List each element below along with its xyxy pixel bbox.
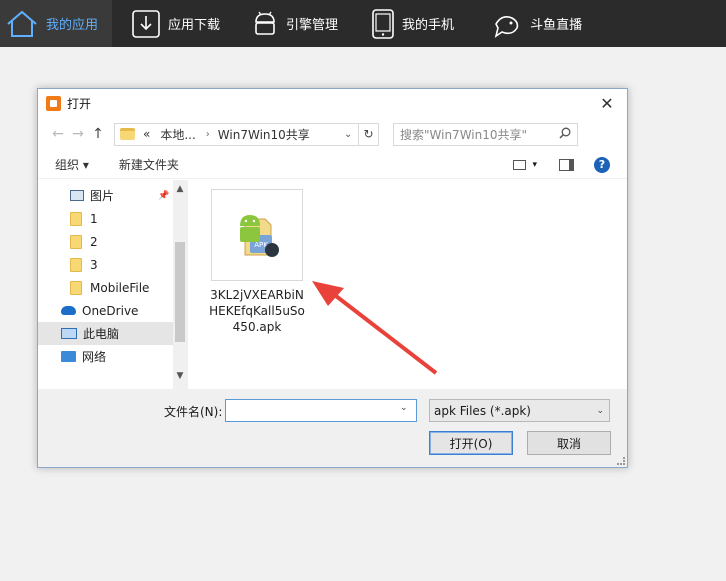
file-list-pane: APK 3KL2jVXEARbiNHEKEfqKall5uSo450.apk bbox=[188, 180, 627, 389]
nav-pane-onedrive[interactable]: OneDrive bbox=[38, 299, 187, 322]
search-input[interactable]: 搜索"Win7Win10共享" bbox=[393, 122, 578, 146]
this-pc-icon bbox=[61, 328, 77, 339]
breadcrumb-separator[interactable]: › bbox=[206, 129, 210, 140]
refresh-icon[interactable]: ↻ bbox=[358, 123, 378, 145]
nav-pane-label: OneDrive bbox=[82, 303, 139, 318]
nav-pane-label: 2 bbox=[90, 234, 98, 249]
nav-pane-folder-1[interactable]: 1 bbox=[38, 207, 187, 230]
organize-button[interactable]: 组织 ▾ bbox=[55, 156, 89, 173]
nav-label: 引擎管理 bbox=[286, 18, 339, 33]
filename-input[interactable] bbox=[225, 399, 417, 422]
navigation-pane: 图片 📌 1 2 3 MobileFile OneDrive 此电脑 网络 ▲ … bbox=[38, 180, 188, 389]
dialog-titlebar: 打开 ✕ bbox=[38, 89, 627, 117]
scroll-up-icon[interactable]: ▲ bbox=[173, 184, 187, 198]
breadcrumb-current[interactable]: Win7Win10共享 bbox=[218, 126, 310, 143]
folder-icon bbox=[70, 234, 82, 249]
nav-label: 我的手机 bbox=[402, 18, 455, 33]
scrollbar-thumb[interactable] bbox=[175, 242, 185, 342]
filename-label: 文件名(N): bbox=[164, 405, 223, 419]
dialog-footer: 文件名(N): ⌄ apk Files (*.apk) ⌄ 打开(O) 取消 bbox=[38, 389, 627, 467]
folder-icon bbox=[70, 211, 82, 226]
back-icon[interactable]: ← bbox=[48, 126, 68, 142]
cancel-button[interactable]: 取消 bbox=[527, 431, 611, 455]
nav-pane-network[interactable]: 网络 bbox=[38, 345, 187, 368]
nav-pane-label: 3 bbox=[90, 257, 98, 272]
view-dropdown-icon[interactable]: ▾ bbox=[532, 160, 537, 170]
new-folder-button[interactable]: 新建文件夹 bbox=[119, 156, 179, 173]
scroll-down-icon[interactable]: ▼ bbox=[173, 371, 187, 385]
phone-icon bbox=[372, 8, 394, 39]
open-file-dialog: 打开 ✕ ← → ↑ « 本地... › Win7Win10共享 ⌄ ↻ 搜索"… bbox=[37, 88, 628, 468]
nav-label: 我的应用 bbox=[46, 18, 99, 33]
dialog-toolbar: 组织 ▾ 新建文件夹 ▾ ? bbox=[38, 151, 627, 179]
nav-pane-label: 此电脑 bbox=[83, 327, 120, 341]
nav-my-phone[interactable]: 我的手机 bbox=[354, 0, 470, 47]
help-icon[interactable]: ? bbox=[594, 156, 610, 173]
filename-dropdown-icon[interactable]: ⌄ bbox=[400, 403, 408, 413]
breadcrumb-prefix[interactable]: « bbox=[143, 127, 150, 141]
file-name: 3KL2jVXEARbiNHEKEfqKall5uSo450.apk bbox=[209, 288, 305, 334]
search-placeholder: 搜索"Win7Win10共享" bbox=[400, 127, 528, 142]
nav-pane-this-pc[interactable]: 此电脑 bbox=[38, 322, 187, 345]
nav-pane-folder-2[interactable]: 2 bbox=[38, 230, 187, 253]
pictures-icon bbox=[70, 190, 84, 201]
nav-engine-manage[interactable]: 引擎管理 bbox=[235, 0, 354, 47]
nav-my-apps[interactable]: 我的应用 bbox=[0, 0, 113, 47]
nav-pane-label: 1 bbox=[90, 211, 98, 226]
nav-label: 斗鱼直播 bbox=[530, 18, 583, 33]
close-icon[interactable]: ✕ bbox=[593, 89, 621, 117]
address-bar[interactable]: « 本地... › Win7Win10共享 ⌄ ↻ bbox=[114, 122, 379, 146]
chevron-down-icon[interactable]: ⌄ bbox=[344, 129, 358, 140]
apk-file-icon: APK bbox=[240, 215, 279, 257]
download-icon bbox=[132, 9, 160, 38]
filetype-select[interactable]: apk Files (*.apk) ⌄ bbox=[429, 399, 610, 422]
nav-pane-label: MobileFile bbox=[90, 280, 150, 295]
folder-icon bbox=[120, 128, 135, 140]
breadcrumb-this-pc[interactable]: 本地... bbox=[160, 126, 195, 143]
pin-icon: 📌 bbox=[158, 190, 170, 201]
filetype-value: apk Files (*.apk) bbox=[434, 403, 531, 418]
top-nav-bar: 我的应用 应用下载 引擎管理 我的手机 斗鱼直播 bbox=[0, 0, 726, 47]
search-icon bbox=[559, 127, 571, 142]
nav-pane-pictures[interactable]: 图片 📌 bbox=[38, 184, 187, 207]
nav-app-download[interactable]: 应用下载 bbox=[112, 0, 235, 47]
android-icon bbox=[252, 10, 278, 38]
file-thumbnail: APK bbox=[211, 189, 303, 281]
address-row: ← → ↑ « 本地... › Win7Win10共享 ⌄ ↻ 搜索"Win7W… bbox=[38, 117, 627, 151]
app-icon bbox=[46, 95, 61, 111]
nav-pane-label: 图片 bbox=[90, 189, 115, 203]
onedrive-icon bbox=[61, 306, 76, 315]
network-icon bbox=[61, 351, 76, 362]
resize-grip-icon[interactable] bbox=[617, 457, 625, 465]
nav-pane-folder-3[interactable]: 3 bbox=[38, 253, 187, 276]
fish-icon bbox=[492, 10, 522, 38]
nav-pane-mobilefile[interactable]: MobileFile bbox=[38, 276, 187, 299]
apk-file-item[interactable]: APK 3KL2jVXEARbiNHEKEfqKall5uSo450.apk bbox=[209, 189, 305, 335]
up-icon[interactable]: ↑ bbox=[88, 126, 108, 142]
view-icon[interactable] bbox=[513, 159, 527, 170]
forward-icon[interactable]: → bbox=[68, 126, 88, 142]
nav-douyu-live[interactable]: 斗鱼直播 bbox=[470, 0, 592, 47]
nav-label: 应用下载 bbox=[168, 18, 221, 33]
chevron-down-icon: ⌄ bbox=[596, 405, 604, 416]
preview-pane-icon[interactable] bbox=[559, 158, 574, 171]
nav-pane-label: 网络 bbox=[82, 350, 107, 364]
nav-pane-scrollbar[interactable]: ▲ ▼ bbox=[173, 180, 187, 389]
dialog-title: 打开 bbox=[67, 96, 92, 111]
folder-icon bbox=[70, 280, 82, 295]
home-icon bbox=[6, 10, 38, 38]
folder-icon bbox=[70, 257, 82, 272]
open-button[interactable]: 打开(O) bbox=[429, 431, 513, 455]
